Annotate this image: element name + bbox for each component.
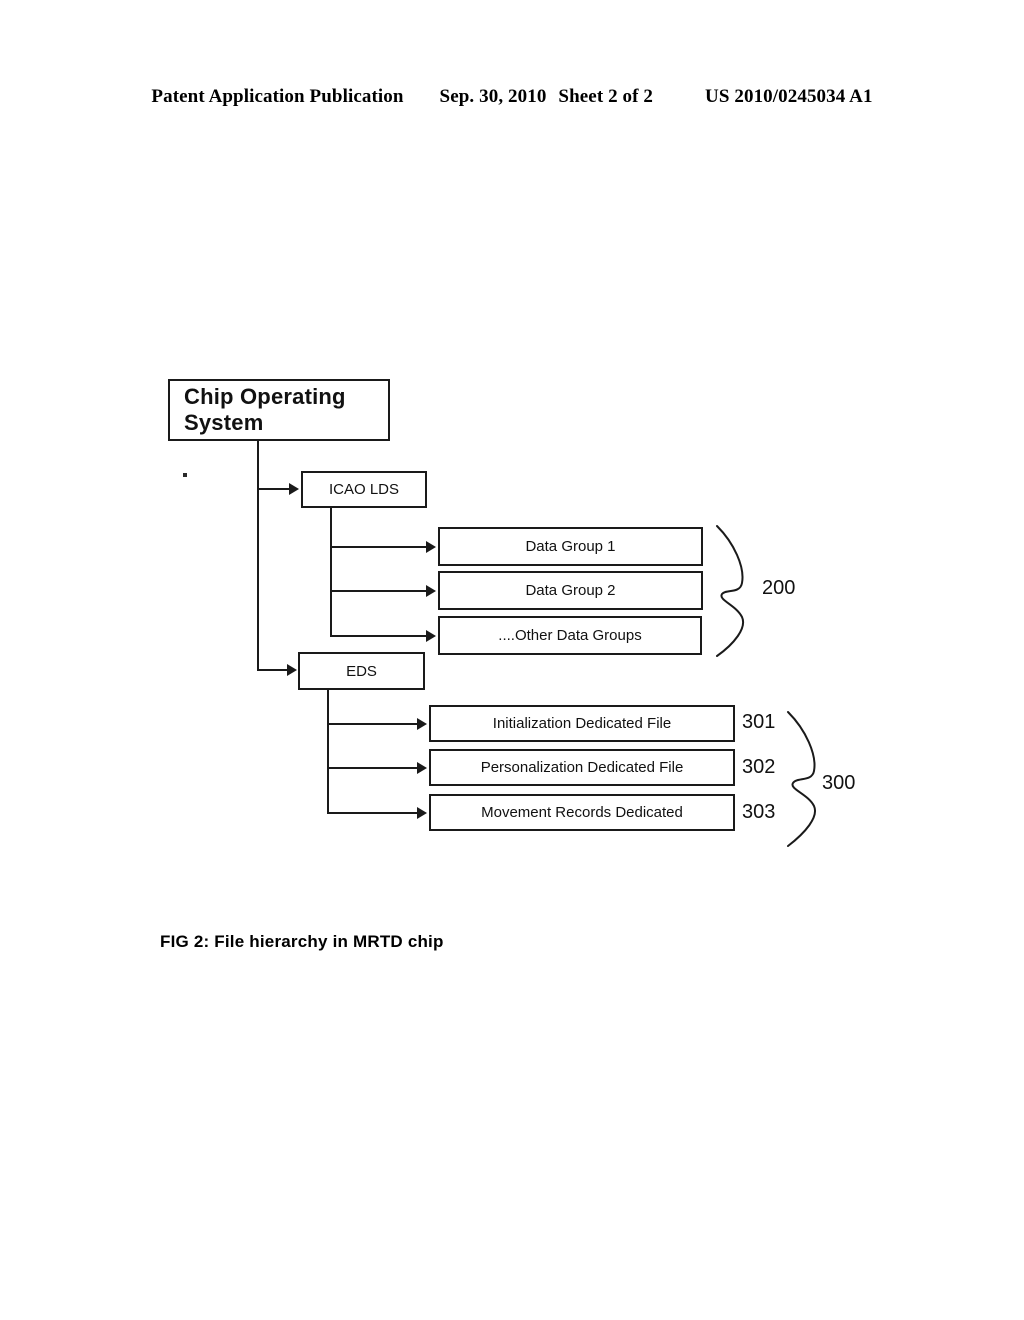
node-personalization-dedicated-file: Personalization Dedicated File xyxy=(429,749,735,786)
ref-label-300: 300 xyxy=(822,772,856,794)
node-label: Movement Records Dedicated xyxy=(481,804,683,821)
connector-icao-to-dg1 xyxy=(330,546,428,548)
node-label: EDS xyxy=(346,662,377,680)
connector-root-to-icao xyxy=(257,488,291,490)
connector-root-trunk xyxy=(257,441,259,671)
connector-icao-to-dg2 xyxy=(330,590,428,592)
ref-label-302: 302 xyxy=(742,756,776,778)
node-label: Chip Operating System xyxy=(184,384,346,435)
ref-label-200: 200 xyxy=(762,577,796,599)
node-label: Personalization Dedicated File xyxy=(480,759,684,776)
connector-eds-to-movement-df xyxy=(327,812,419,814)
ref-label-301: 301 xyxy=(742,711,776,733)
connector-root-to-eds xyxy=(257,669,289,671)
arrowhead-icao-to-dg2 xyxy=(426,585,436,597)
node-label: Data Group 1 xyxy=(525,538,616,555)
connector-icao-trunk xyxy=(330,508,332,636)
node-chip-operating-system: Chip Operating System xyxy=(168,379,390,441)
node-eds: EDS xyxy=(298,652,425,690)
node-data-group-1: Data Group 1 xyxy=(438,527,703,566)
ref-label-303: 303 xyxy=(742,801,776,823)
arrowhead-eds-to-init-df xyxy=(417,718,427,730)
node-label: ICAO LDS xyxy=(328,481,400,498)
node-data-group-2: Data Group 2 xyxy=(438,571,703,610)
node-label: Data Group 2 xyxy=(525,582,616,599)
connector-eds-trunk xyxy=(327,690,329,814)
arrowhead-root-to-icao xyxy=(289,483,299,495)
node-other-data-groups: ....Other Data Groups xyxy=(438,616,702,655)
ink-speck xyxy=(183,473,187,477)
node-movement-records-dedicated: Movement Records Dedicated xyxy=(429,794,735,831)
connector-eds-to-init-df xyxy=(327,723,419,725)
arrowhead-eds-to-movement-df xyxy=(417,807,427,819)
arrowhead-eds-to-perso-df xyxy=(417,762,427,774)
arrowhead-icao-to-other-dg xyxy=(426,630,436,642)
connector-icao-to-other-dg xyxy=(330,635,428,637)
figure-diagram: Chip Operating System ICAO LDS Data Grou… xyxy=(0,0,1024,1320)
node-label: ....Other Data Groups xyxy=(498,627,642,644)
arrowhead-icao-to-dg1 xyxy=(426,541,436,553)
connector-eds-to-perso-df xyxy=(327,767,419,769)
brace-group-200 xyxy=(716,525,745,657)
node-icao-lds: ICAO LDS xyxy=(301,471,427,508)
figure-caption: FIG 2: File hierarchy in MRTD chip xyxy=(160,932,444,951)
arrowhead-root-to-eds xyxy=(287,664,297,676)
node-label: Initialization Dedicated File xyxy=(492,715,672,732)
node-initialization-dedicated-file: Initialization Dedicated File xyxy=(429,705,735,742)
